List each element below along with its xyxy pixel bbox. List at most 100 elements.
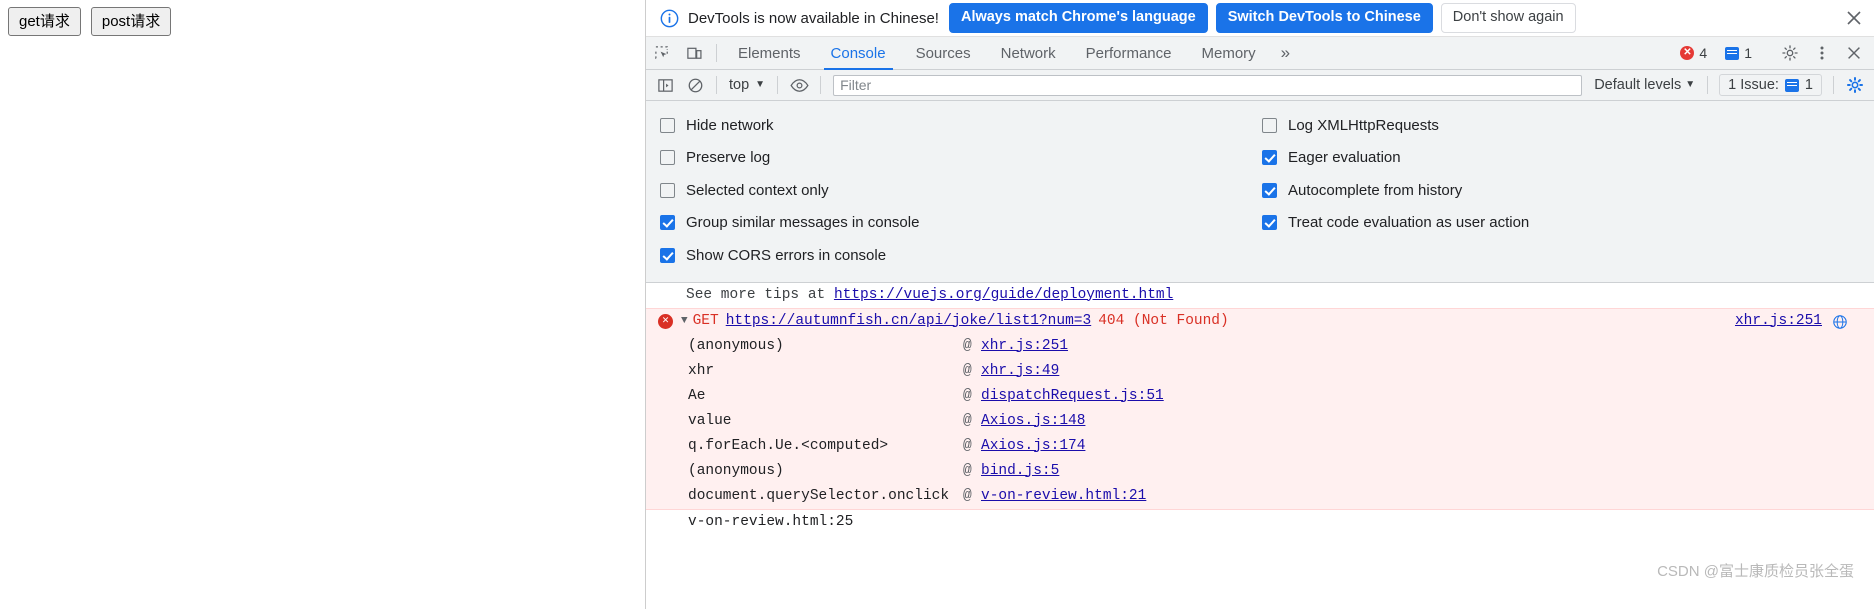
message-count-badge[interactable]: 1 [1718, 43, 1759, 63]
execution-context-label: top [729, 77, 750, 93]
error-source-link[interactable]: xhr.js:251 [1735, 309, 1822, 334]
chevron-down-icon: ▼ [755, 79, 766, 90]
stack-function-name: xhr [688, 362, 715, 379]
setting-treat-code-evaluation-as-user-action[interactable]: Treat code evaluation as user action [1262, 207, 1874, 240]
stack-frame-row: value @ Axios.js:148 [646, 409, 1874, 434]
setting-label: Treat code evaluation as user action [1288, 214, 1530, 232]
error-count-label: 4 [1699, 45, 1708, 61]
setting-eager-evaluation[interactable]: Eager evaluation [1262, 142, 1874, 175]
tip-text: See more tips at [686, 286, 834, 303]
tab-network[interactable]: Network [986, 37, 1071, 69]
get-request-button[interactable]: get请求 [8, 7, 81, 37]
close-icon[interactable] [1842, 6, 1866, 30]
stack-at-symbol: @ [963, 387, 972, 404]
tab-elements[interactable]: Elements [723, 37, 816, 69]
console-settings-right-column: Log XMLHttpRequests Eager evaluation Aut… [1260, 109, 1874, 272]
network-request-icon[interactable] [1832, 314, 1848, 330]
stack-function-name: (anonymous) [688, 462, 784, 479]
setting-autocomplete-from-history[interactable]: Autocomplete from history [1262, 174, 1874, 207]
stack-source-link[interactable]: xhr.js:251 [981, 334, 1068, 359]
stack-source-link[interactable]: dispatchRequest.js:51 [981, 384, 1164, 409]
chevron-down-icon-levels: ▼ [1685, 79, 1696, 90]
setting-label: Autocomplete from history [1288, 181, 1463, 199]
console-settings-pane: Hide network Preserve log Selected conte… [646, 101, 1874, 283]
issue-bubble-icon [1784, 78, 1799, 92]
close-devtools-icon[interactable] [1838, 44, 1870, 62]
checkbox-checked-icon[interactable] [660, 215, 675, 231]
devtools-panel: DevTools is now available in Chinese! Al… [645, 0, 1874, 609]
console-tail-line: v-on-review.html:25 [688, 513, 854, 530]
checkbox-checked-icon[interactable] [660, 247, 675, 263]
checkbox-unchecked-icon[interactable] [660, 182, 675, 198]
more-tabs-icon[interactable]: » [1271, 37, 1300, 69]
setting-hide-network[interactable]: Hide network [660, 109, 1260, 142]
tab-performance[interactable]: Performance [1071, 37, 1187, 69]
kebab-menu-icon[interactable] [1806, 44, 1838, 62]
stack-frame-row: document.querySelector.onclick @ v-on-re… [646, 484, 1874, 509]
setting-log-xmlhttprequests[interactable]: Log XMLHttpRequests [1262, 109, 1874, 142]
gear-icon[interactable] [1774, 44, 1806, 62]
filter-divider-1 [716, 76, 717, 94]
stack-source-link[interactable]: Axios.js:174 [981, 434, 1085, 459]
checkbox-unchecked-icon[interactable] [660, 117, 675, 133]
setting-selected-context-only[interactable]: Selected context only [660, 174, 1260, 207]
checkbox-unchecked-icon[interactable] [1262, 117, 1277, 133]
setting-label: Show CORS errors in console [686, 246, 887, 264]
setting-show-cors-errors[interactable]: Show CORS errors in console [660, 239, 1260, 272]
console-output[interactable]: See more tips at https://vuejs.org/guide… [646, 282, 1874, 609]
tab-sources[interactable]: Sources [901, 37, 986, 69]
checkbox-checked-icon[interactable] [1262, 182, 1277, 198]
request-method: GET [692, 312, 719, 329]
execution-context-selector[interactable]: top ▼ [723, 75, 771, 95]
stack-function-name: q.forEach.Ue.<computed> [688, 437, 889, 454]
stack-source-link[interactable]: xhr.js:49 [981, 359, 1059, 384]
inspect-element-icon[interactable] [646, 37, 678, 69]
tab-memory[interactable]: Memory [1187, 37, 1271, 69]
issues-button[interactable]: 1 Issue: 1 [1719, 74, 1822, 96]
stack-source-link[interactable]: v-on-review.html:21 [981, 484, 1146, 509]
stack-at-symbol: @ [963, 437, 972, 454]
stack-at-symbol: @ [963, 462, 972, 479]
setting-label: Preserve log [686, 149, 771, 167]
clear-console-icon[interactable] [680, 72, 710, 98]
stack-function-name: (anonymous) [688, 337, 784, 354]
log-levels-selector[interactable]: Default levels ▼ [1588, 75, 1701, 95]
post-request-button[interactable]: post请求 [90, 7, 172, 37]
stack-function-name: value [688, 412, 732, 429]
setting-preserve-log[interactable]: Preserve log [660, 142, 1260, 175]
filter-input[interactable] [833, 74, 1583, 96]
error-count-badge[interactable]: ✕ 4 [1673, 43, 1714, 63]
expand-triangle-icon[interactable]: ▼ [681, 309, 688, 334]
stack-at-symbol: @ [963, 487, 972, 504]
page-button-group: get请求 post请求 [8, 7, 172, 37]
stack-source-link[interactable]: bind.js:5 [981, 459, 1059, 484]
live-expression-icon[interactable] [784, 72, 814, 98]
setting-group-similar-messages[interactable]: Group similar messages in console [660, 207, 1260, 240]
checkbox-checked-icon[interactable] [1262, 150, 1277, 166]
checkbox-checked-icon[interactable] [1262, 215, 1277, 231]
issues-count: 1 [1804, 77, 1813, 93]
request-url-link[interactable]: https://autumnfish.cn/api/joke/list1?num… [726, 309, 1091, 334]
message-count-label: 1 [1744, 45, 1752, 61]
dont-show-again-button[interactable]: Don't show again [1440, 3, 1576, 33]
stack-function-name: Ae [688, 387, 706, 404]
device-toolbar-icon[interactable] [678, 37, 710, 69]
filter-divider-2 [777, 76, 779, 94]
console-settings-left-column: Hide network Preserve log Selected conte… [646, 109, 1260, 272]
always-match-chrome-language-button[interactable]: Always match Chrome's language [948, 3, 1208, 33]
console-settings-gear-icon[interactable] [1840, 72, 1870, 98]
console-error-header[interactable]: ✕ ▼ GET https://autumnfish.cn/api/joke/l… [646, 309, 1874, 334]
console-sidebar-icon[interactable] [650, 72, 680, 98]
stack-source-link[interactable]: Axios.js:148 [981, 409, 1085, 434]
switch-devtools-to-chinese-button[interactable]: Switch DevTools to Chinese [1215, 3, 1433, 33]
stack-at-symbol: @ [963, 412, 972, 429]
issues-label: 1 Issue: [1728, 77, 1779, 93]
web-page-area: get请求 post请求 [0, 0, 645, 609]
setting-label: Selected context only [686, 181, 829, 199]
tab-console[interactable]: Console [816, 37, 901, 70]
error-circle-icon: ✕ [658, 313, 673, 329]
checkbox-unchecked-icon[interactable] [660, 150, 675, 166]
vuejs-deployment-link[interactable]: https://vuejs.org/guide/deployment.html [834, 287, 1173, 303]
stack-at-symbol: @ [963, 337, 972, 354]
error-circle-icon: ✕ [1680, 46, 1695, 60]
